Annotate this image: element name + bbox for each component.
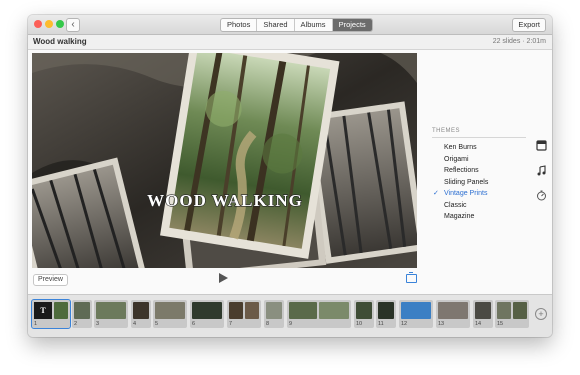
minimize-window-button[interactable] (45, 20, 53, 28)
duration-timer-icon[interactable] (536, 190, 547, 201)
photo-thumb (378, 302, 394, 319)
close-window-button[interactable] (34, 20, 42, 28)
clip-number: 14 (475, 321, 482, 327)
clip-number: 11 (378, 321, 384, 327)
timeline-clip-3[interactable]: 3 (94, 300, 128, 328)
photo-thumb (513, 302, 527, 319)
theme-item-origami[interactable]: Origami (432, 154, 526, 166)
toolbar: ‹ Photos Shared Albums Projects Export (28, 15, 552, 35)
clip-number: 9 (289, 321, 293, 327)
slide-timeline: T 1 2 3 4 5 6 7 8 9 10 11 12 13 14 15 + (28, 294, 552, 337)
photo-thumb (74, 302, 90, 319)
photo-thumb (356, 302, 372, 319)
timeline-clip-8[interactable]: 8 (264, 300, 284, 328)
timeline-clip-10[interactable]: 10 (354, 300, 374, 328)
photo-thumb (192, 302, 222, 319)
timeline-clip-13[interactable]: 13 (436, 300, 470, 328)
clip-number: 8 (266, 321, 270, 327)
chevron-left-icon: ‹ (71, 19, 75, 30)
zoom-window-button[interactable] (56, 20, 64, 28)
clip-number: 1 (34, 321, 38, 327)
timeline-clip-14[interactable]: 14 (473, 300, 493, 328)
timeline-clip-15[interactable]: 15 (495, 300, 529, 328)
timeline-clip-4[interactable]: 4 (131, 300, 151, 328)
clip-number: 6 (192, 321, 196, 327)
clip-number: 10 (356, 321, 363, 327)
clip-number: 4 (133, 321, 137, 327)
aspect-ratio-icon[interactable] (406, 272, 417, 283)
photo-thumb (289, 302, 317, 319)
photo-thumb (475, 302, 491, 319)
timeline-clip-6[interactable]: 6 (190, 300, 224, 328)
slideshow-info: 22 slides · 2:01m (492, 38, 546, 45)
clip-number: 5 (155, 321, 159, 327)
theme-item-sliding-panels[interactable]: Sliding Panels (432, 177, 526, 189)
theme-item-reflections[interactable]: Reflections (432, 165, 526, 177)
theme-item-magazine[interactable]: Magazine (432, 211, 526, 223)
theme-item-ken-burns[interactable]: Ken Burns (432, 142, 526, 154)
theme-panel-icon[interactable] (536, 140, 547, 151)
play-icon[interactable] (219, 273, 228, 283)
slide-artwork: WOOD WALKING (32, 53, 417, 268)
themes-heading: THEMES (432, 128, 461, 134)
photo-thumb (96, 302, 126, 319)
themes-divider (432, 137, 526, 138)
timeline-clip-11[interactable]: 11 (376, 300, 396, 328)
tab-shared[interactable]: Shared (257, 19, 295, 31)
clip-number: 12 (401, 321, 408, 327)
back-button[interactable]: ‹ (66, 18, 80, 32)
project-header: Wood walking 22 slides · 2:01m (28, 35, 552, 50)
theme-item-classic[interactable]: Classic (432, 200, 526, 212)
themes-list: Ken Burns Origami Reflections Sliding Pa… (432, 142, 526, 223)
timeline-clip-7[interactable]: 7 (227, 300, 261, 328)
preview-button[interactable]: Preview (33, 274, 68, 286)
photo-thumb (497, 302, 511, 319)
clip-number: 15 (497, 321, 504, 327)
photo-thumb (245, 302, 259, 319)
photo-thumb (155, 302, 185, 319)
photo-thumb (229, 302, 243, 319)
clip-number: 2 (74, 321, 78, 327)
add-slide-button[interactable]: + (535, 308, 547, 320)
tab-albums[interactable]: Albums (295, 19, 333, 31)
theme-item-vintage-prints[interactable]: ✓ Vintage Prints (432, 188, 526, 200)
plus-icon: + (538, 309, 544, 319)
project-title[interactable]: Wood walking (33, 37, 87, 46)
timeline-clip-1[interactable]: T 1 (31, 299, 71, 329)
photo-thumb (438, 302, 468, 319)
checkmark-icon: ✓ (433, 190, 439, 197)
timeline-clip-9[interactable]: 9 (287, 300, 351, 328)
clip-number: 13 (438, 321, 445, 327)
music-note-icon[interactable] (536, 165, 547, 176)
tab-projects[interactable]: Projects (332, 19, 372, 31)
main-area: WOOD WALKING Preview THEMES Ken Burns Or… (28, 50, 552, 294)
clip-number: 3 (96, 321, 100, 327)
photo-thumb (319, 302, 349, 319)
view-tabs: Photos Shared Albums Projects (220, 18, 373, 32)
timeline-clip-5[interactable]: 5 (153, 300, 187, 328)
photos-window: ‹ Photos Shared Albums Projects Export W… (28, 15, 552, 337)
export-button[interactable]: Export (512, 18, 546, 32)
photo-thumb (266, 302, 282, 319)
slide-title-text: WOOD WALKING (147, 191, 303, 210)
timeline-clip-2[interactable]: 2 (72, 300, 92, 328)
photo-thumb (133, 302, 149, 319)
photo-thumb (401, 302, 431, 319)
title-slide-thumb: T (34, 302, 52, 319)
clip-number: 7 (229, 321, 233, 327)
tab-photos[interactable]: Photos (221, 19, 258, 31)
timeline-clip-12[interactable]: 12 (399, 300, 433, 328)
photo-thumb (54, 302, 68, 319)
slideshow-viewer[interactable]: WOOD WALKING (32, 53, 417, 268)
